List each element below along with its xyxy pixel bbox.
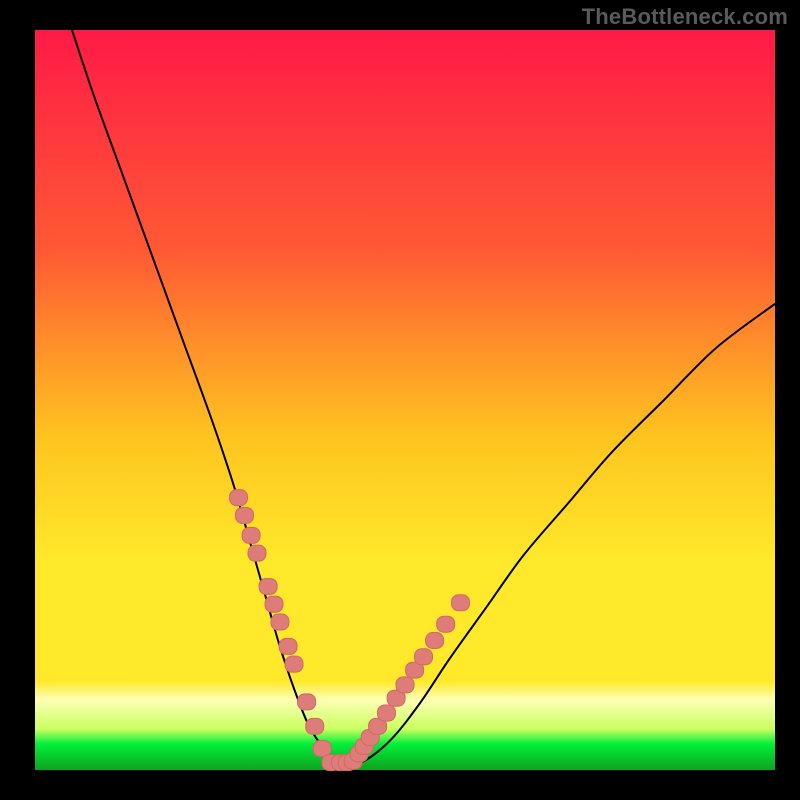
highlight-marker: [242, 527, 260, 543]
chart-frame: TheBottleneck.com: [0, 0, 800, 800]
highlight-marker: [437, 616, 455, 632]
highlight-marker: [265, 596, 283, 612]
highlight-marker: [279, 638, 297, 654]
highlight-marker: [235, 507, 253, 523]
highlight-marker: [285, 656, 303, 672]
highlight-marker: [306, 718, 324, 734]
highlight-marker: [271, 614, 289, 630]
highlight-marker: [415, 649, 433, 665]
bottleneck-chart: [0, 0, 800, 800]
highlight-marker: [426, 633, 444, 649]
highlight-marker: [230, 490, 248, 506]
highlight-marker: [259, 578, 277, 594]
highlight-marker: [378, 705, 396, 721]
highlight-marker: [248, 545, 266, 561]
watermark-text: TheBottleneck.com: [582, 4, 788, 30]
highlight-marker: [298, 694, 316, 710]
highlight-marker: [396, 677, 414, 693]
highlight-marker: [452, 595, 470, 611]
